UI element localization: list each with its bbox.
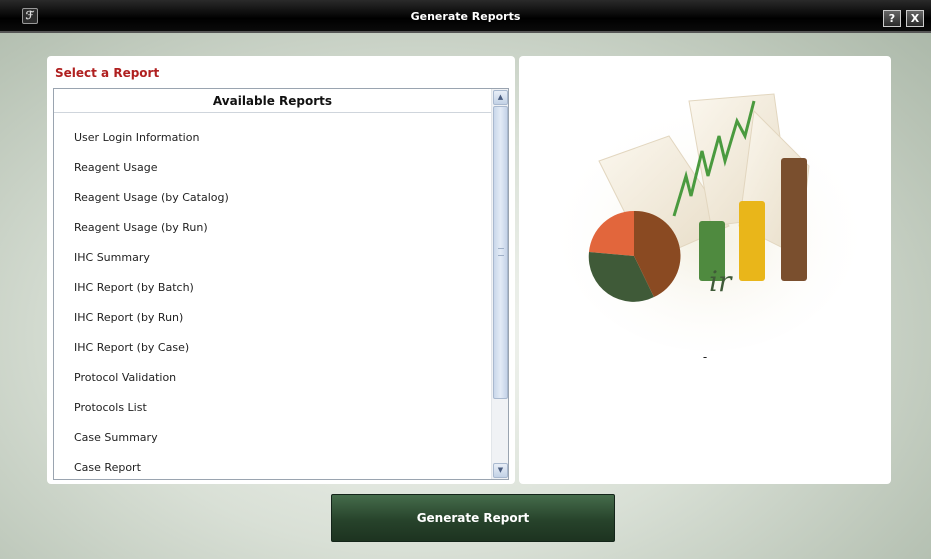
available-reports-list[interactable]: Available Reports User Login Information…	[53, 88, 509, 480]
list-scrollbar[interactable]: ▲ ▼	[491, 89, 508, 479]
scroll-up-arrow-icon[interactable]: ▲	[493, 90, 508, 105]
window-title: Generate Reports	[410, 10, 521, 23]
list-item[interactable]: IHC Report (by Case)	[54, 333, 491, 363]
selected-report-label: -	[702, 350, 708, 364]
scroll-grip-icon	[498, 248, 504, 256]
list-item[interactable]: Case Report	[54, 453, 491, 479]
list-item[interactable]: IHC Report (by Batch)	[54, 273, 491, 303]
yellow-bar-icon	[739, 201, 765, 281]
brown-bar-icon	[781, 158, 807, 281]
title-bar: ℱ Generate Reports ? X	[0, 0, 931, 33]
list-item[interactable]: Protocols List	[54, 393, 491, 423]
report-selection-panel: Select a Report Available Reports User L…	[47, 56, 515, 484]
generate-report-button[interactable]: Generate Report	[331, 494, 615, 542]
report-items: User Login Information Reagent Usage Reage…	[54, 123, 491, 479]
list-item[interactable]: Reagent Usage (by Catalog)	[54, 183, 491, 213]
list-header: Available Reports	[54, 89, 491, 113]
list-item[interactable]: Protocol Validation	[54, 363, 491, 393]
list-item[interactable]: User Login Information	[54, 123, 491, 153]
scroll-down-arrow-icon[interactable]: ▼	[493, 463, 508, 478]
close-button[interactable]: X	[906, 10, 924, 27]
report-charts-illustration: ir	[559, 93, 859, 351]
panel-heading: Select a Report	[55, 66, 160, 80]
list-item[interactable]: Reagent Usage	[54, 153, 491, 183]
list-item[interactable]: IHC Summary	[54, 243, 491, 273]
scroll-thumb[interactable]	[493, 106, 508, 399]
list-item[interactable]: Case Summary	[54, 423, 491, 453]
report-preview-panel: ir -	[519, 56, 891, 484]
list-item[interactable]: Reagent Usage (by Run)	[54, 213, 491, 243]
list-item[interactable]: IHC Report (by Run)	[54, 303, 491, 333]
ir-logo-icon: ir	[709, 265, 733, 298]
help-button[interactable]: ?	[883, 10, 901, 27]
